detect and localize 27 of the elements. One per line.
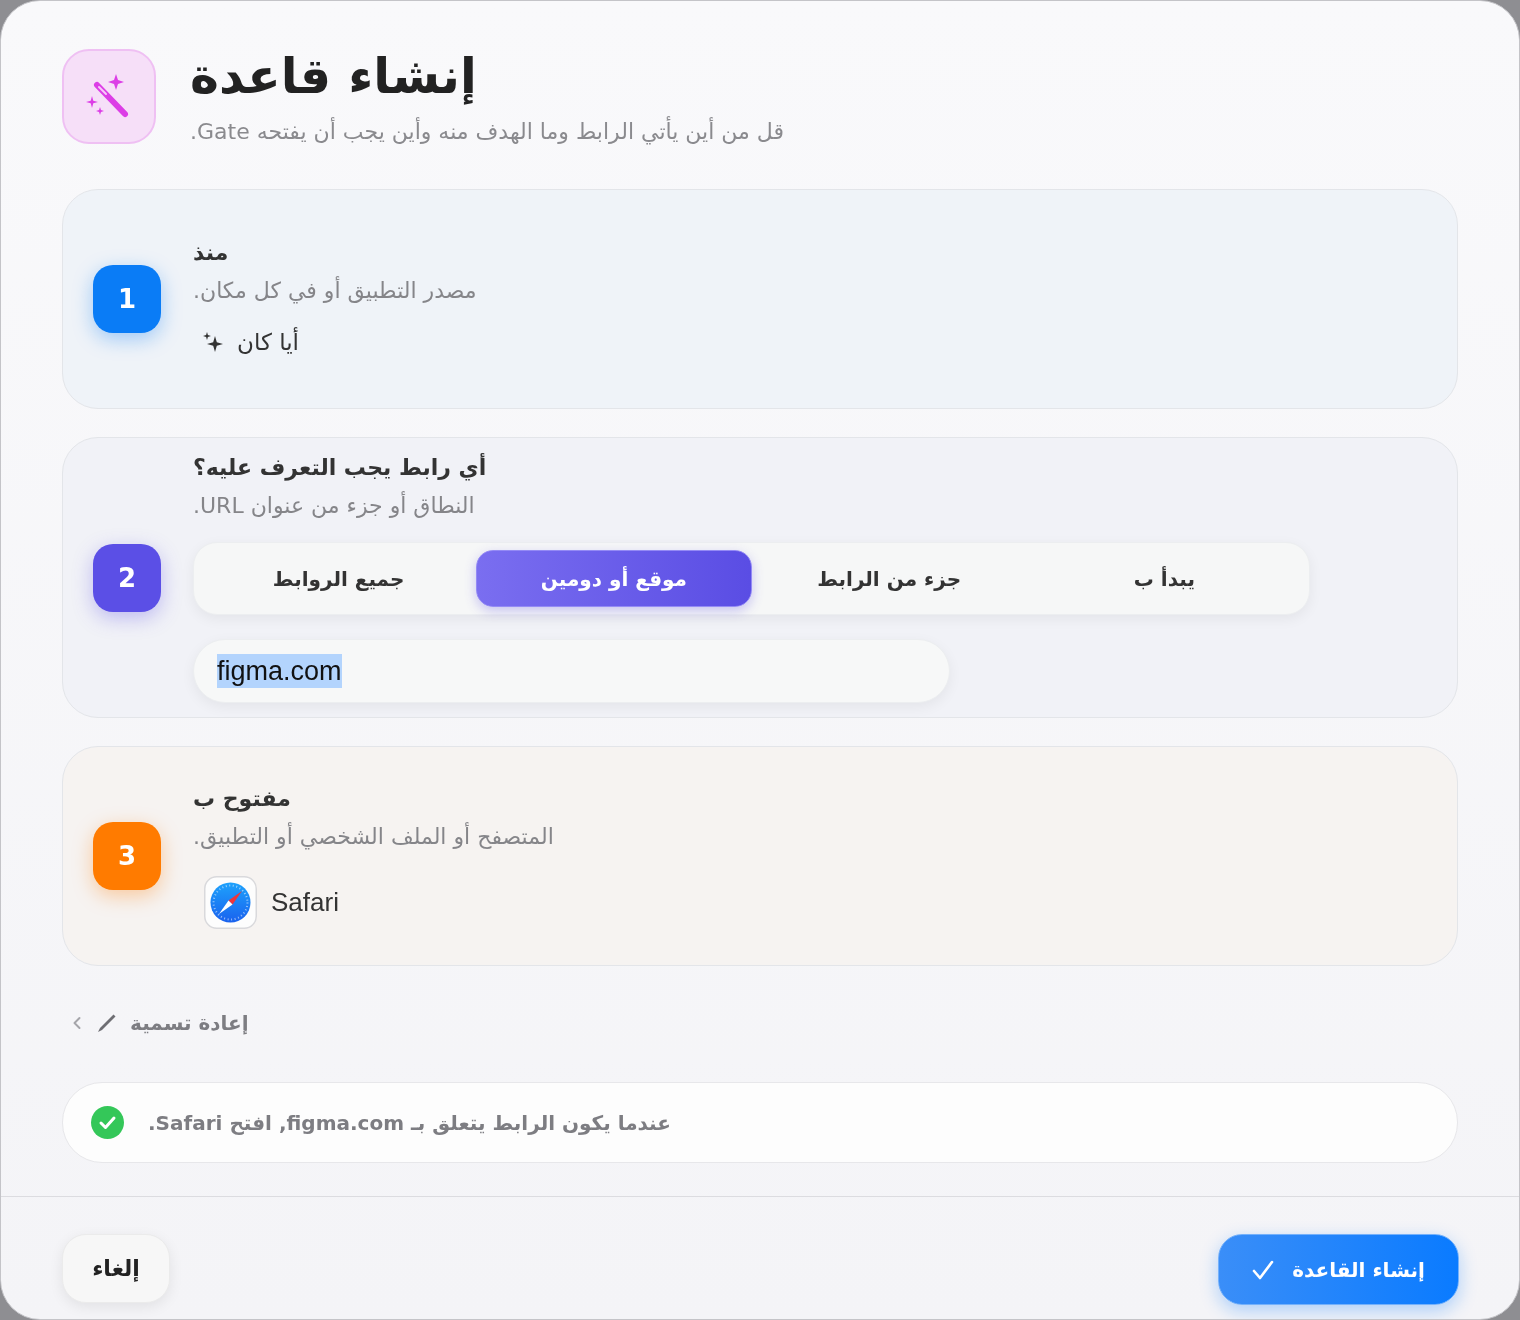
segment-tab[interactable]: جميع الروابط (201, 550, 477, 607)
url-input-field[interactable]: figma.com (193, 639, 950, 703)
step-title: أي رابط يجب التعرف عليه؟ (193, 452, 487, 483)
step-description: مصدر التطبيق أو في كل مكان. (193, 275, 477, 306)
field-value: figma.com (217, 654, 342, 688)
step-title: مفتوح ب (193, 784, 291, 814)
step-description: النطاق أو جزء من عنوان URL. (193, 490, 475, 520)
compass-app-icon (204, 875, 257, 929)
step-title: منذ (193, 238, 229, 267)
checkmark-icon (1252, 1258, 1275, 1281)
rename-toggle[interactable]: إعادة تسمية (62, 1003, 249, 1043)
dialog-subtitle: قل من أين يأتي الرابط وما الهدف منه وأين يجب أن يفتحه Gate. (190, 117, 784, 147)
dialog-title: إنشاء قاعدة (190, 49, 477, 105)
segment-tab[interactable]: يبدأ ب (1026, 550, 1302, 607)
magic-wand-icon (62, 49, 156, 144)
summary-text: عندما يكون الرابط يتعلق بـ figma.com, افتح Safari. (148, 1110, 671, 1135)
create-rule-button[interactable]: إنشاء القاعدة (1218, 1234, 1459, 1305)
step-description: المتصفح أو الملف الشخصي أو التطبيق. (193, 821, 554, 852)
step-number-badge: 2 (93, 543, 161, 612)
segment-tab[interactable]: موقع أو دومين (476, 550, 752, 607)
step-number-badge: 3 (93, 822, 161, 890)
segment-tab[interactable]: جزء من الرابط (751, 550, 1027, 607)
pencil-icon (96, 1012, 118, 1034)
source-option[interactable]: أيا كان (193, 321, 307, 362)
app-option[interactable]: Safari (193, 874, 350, 930)
cancel-button[interactable]: إلغاء (62, 1234, 170, 1303)
step-number-badge: 1 (93, 265, 161, 333)
